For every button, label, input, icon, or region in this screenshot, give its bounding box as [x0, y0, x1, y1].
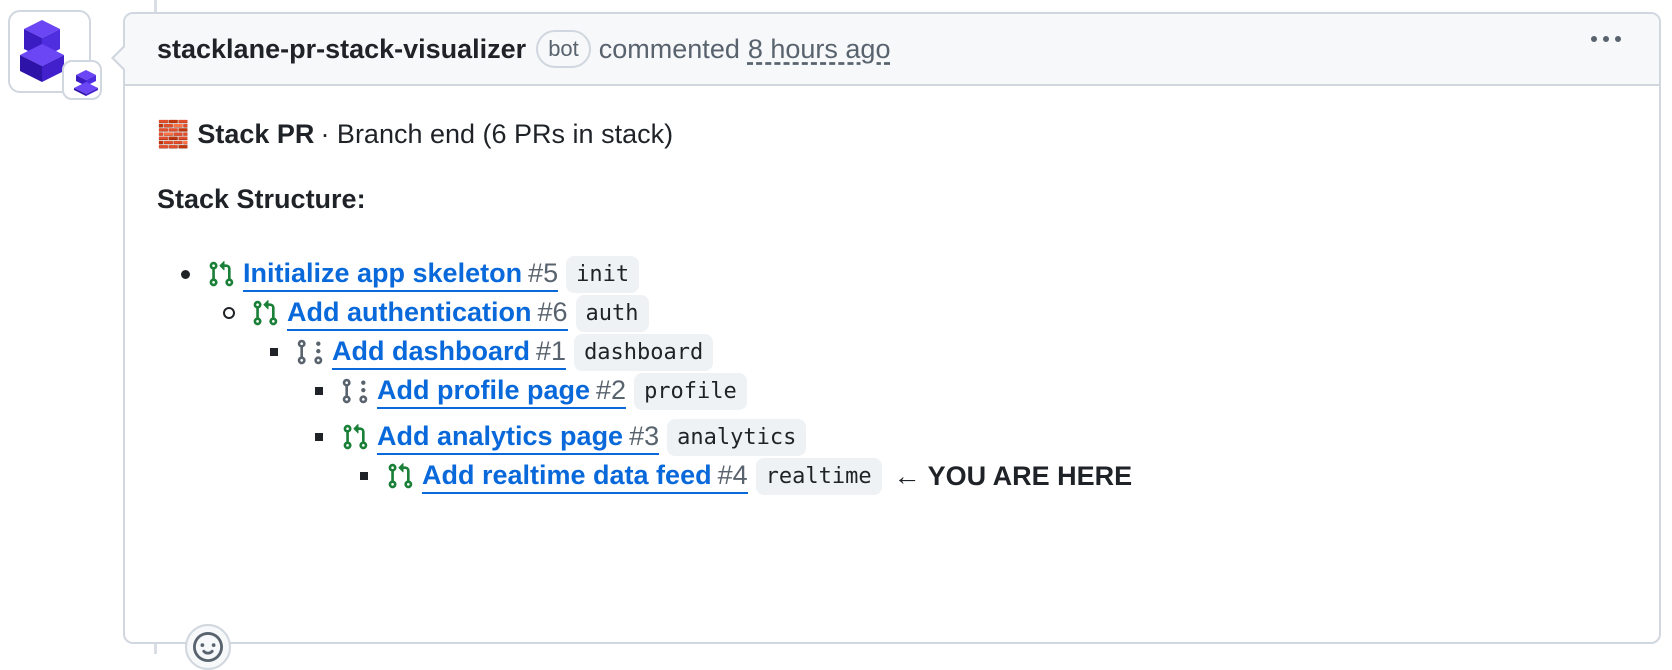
- you-are-here-marker: ← YOU ARE HERE: [893, 460, 1133, 491]
- branch-name: init: [566, 255, 640, 293]
- list-item: Add analytics page #3 analytics: [309, 417, 807, 457]
- git-pull-request-merged-icon: [386, 462, 414, 490]
- branch-name: profile: [634, 372, 747, 410]
- comment-body: 🧱 Stack PR · Branch end (6 PRs in stack)…: [157, 114, 1627, 670]
- branch-name: analytics: [667, 418, 807, 456]
- list-item: Add realtime data feed #4 realtime ← YOU …: [354, 456, 1132, 496]
- stack-mini-icon: [74, 70, 98, 96]
- kebab-dot: [1615, 36, 1621, 42]
- avatar-badge: [62, 60, 102, 100]
- git-pull-request-merged-icon: [207, 260, 235, 288]
- list-item: Add profile page #2 profile: [309, 371, 747, 411]
- timestamp-link[interactable]: 8 hours ago: [748, 34, 891, 65]
- branch-name: auth: [575, 294, 649, 332]
- author-name[interactable]: stacklane-pr-stack-visualizer: [157, 34, 526, 65]
- bullet-square: [354, 472, 374, 480]
- pr-link-realtime[interactable]: Add realtime data feed #4: [422, 459, 748, 494]
- list-item: Add authentication #6 auth: [219, 293, 649, 333]
- branch-name: dashboard: [574, 333, 714, 371]
- comment-header: stacklane-pr-stack-visualizer bot commen…: [125, 14, 1659, 86]
- stack-summary-text: · Branch end (6 PRs in stack): [320, 118, 674, 149]
- stack-structure-heading: Stack Structure:: [157, 184, 366, 214]
- list-item: Add dashboard #1 dashboard: [264, 332, 714, 372]
- pr-link-profile[interactable]: Add profile page #2: [377, 374, 627, 409]
- git-pull-request-merged-icon: [341, 423, 369, 451]
- pr-link-analytics[interactable]: Add analytics page #3: [377, 420, 660, 455]
- action-text: commented: [598, 33, 740, 64]
- git-pull-request-draft-icon: [341, 377, 369, 405]
- stack-summary: 🧱 Stack PR · Branch end (6 PRs in stack): [157, 114, 1627, 154]
- bullet-square: [264, 348, 284, 356]
- pr-link-dashboard[interactable]: Add dashboard #1: [332, 335, 567, 370]
- bullet-circle: [219, 307, 239, 319]
- kebab-dot: [1603, 36, 1609, 42]
- avatar[interactable]: [8, 10, 102, 100]
- bullet-square: [309, 433, 329, 441]
- bullet-disc: [175, 269, 195, 279]
- branch-name: realtime: [755, 457, 882, 495]
- pr-link-init[interactable]: Initialize app skeleton #5: [243, 257, 559, 292]
- comment-box: stacklane-pr-stack-visualizer bot commen…: [111, 12, 1661, 670]
- git-pull-request-merged-icon: [251, 299, 279, 327]
- git-pull-request-draft-icon: [296, 338, 324, 366]
- kebab-dot: [1591, 36, 1597, 42]
- list-item: Initialize app skeleton #5 init: [175, 254, 640, 294]
- smiley-icon: [193, 632, 223, 662]
- bricks-emoji: 🧱: [157, 118, 190, 149]
- add-reaction-button[interactable]: [185, 624, 231, 670]
- bot-badge: bot: [536, 30, 591, 68]
- more-options-button[interactable]: [1591, 36, 1621, 42]
- bullet-square: [309, 387, 329, 395]
- stack-pr-label: Stack PR: [197, 118, 315, 149]
- pr-link-auth[interactable]: Add authentication #6: [287, 296, 568, 331]
